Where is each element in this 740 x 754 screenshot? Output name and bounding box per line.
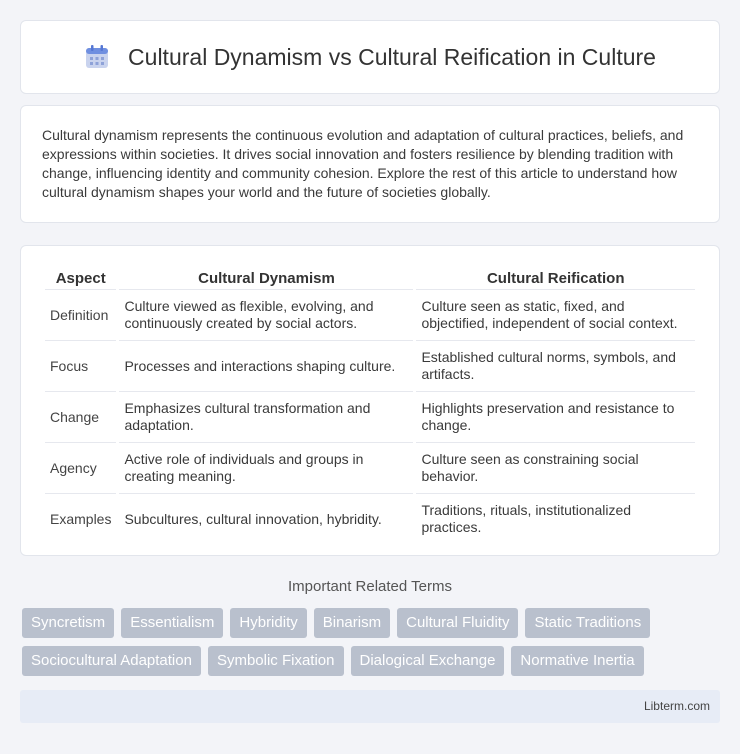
- row-dynamism: Culture viewed as flexible, evolving, an…: [119, 290, 414, 341]
- row-reification: Highlights preservation and resistance t…: [416, 392, 695, 443]
- comparison-table-card: Aspect Cultural Dynamism Cultural Reific…: [20, 245, 720, 556]
- tag-dialogical-exchange[interactable]: Dialogical Exchange: [350, 646, 505, 676]
- related-terms-heading: Important Related Terms: [288, 578, 452, 595]
- footer: Libterm.com: [20, 690, 720, 723]
- table-row: Agency Active role of individuals and gr…: [45, 443, 695, 494]
- row-dynamism: Processes and interactions shaping cultu…: [119, 341, 414, 392]
- row-aspect: Definition: [45, 290, 117, 341]
- title-card: Cultural Dynamism vs Cultural Reificatio…: [20, 20, 720, 94]
- tag-essentialism[interactable]: Essentialism: [121, 608, 224, 638]
- row-dynamism: Active role of individuals and groups in…: [119, 443, 414, 494]
- tag-normative-inertia[interactable]: Normative Inertia: [511, 646, 644, 676]
- row-aspect: Examples: [50, 510, 112, 527]
- tag-static-traditions[interactable]: Static Traditions: [525, 608, 651, 638]
- tag-sociocultural-adaptation[interactable]: Sociocultural Adaptation: [22, 646, 201, 676]
- row-reification: Traditions, rituals, institutionalized p…: [421, 502, 632, 535]
- tag-symbolic-fixation[interactable]: Symbolic Fixation: [207, 646, 344, 676]
- row-dynamism: Emphasizes cultural transformation and a…: [119, 392, 414, 443]
- row-aspect: Focus: [45, 341, 117, 392]
- comparison-table: Aspect Cultural Dynamism Cultural Reific…: [42, 266, 698, 544]
- header-cultural-dynamism: Cultural Dynamism: [119, 266, 414, 290]
- table-row: Change Emphasizes cultural transformatio…: [45, 392, 695, 443]
- tag-syncretism[interactable]: Syncretism: [22, 608, 115, 638]
- tag-binarism[interactable]: Binarism: [313, 608, 391, 638]
- row-aspect: Change: [45, 392, 117, 443]
- table-row: Examples Subcultures, cultural innovatio…: [45, 494, 695, 544]
- header-cultural-reification: Cultural Reification: [416, 266, 695, 290]
- table-row: Focus Processes and interactions shaping…: [45, 341, 695, 392]
- page-title: Cultural Dynamism vs Cultural Reificatio…: [128, 43, 656, 70]
- row-dynamism: Subcultures, cultural innovation, hybrid…: [124, 510, 382, 527]
- tag-hybridity[interactable]: Hybridity: [230, 608, 307, 638]
- intro-card: Cultural dynamism represents the continu…: [20, 105, 720, 223]
- intro-text: Cultural dynamism represents the continu…: [42, 127, 684, 200]
- row-reification: Culture seen as static, fixed, and objec…: [416, 290, 695, 341]
- row-reification: Culture seen as constraining social beha…: [416, 443, 695, 494]
- row-reification: Established cultural norms, symbols, and…: [416, 341, 695, 392]
- row-aspect: Agency: [45, 443, 117, 494]
- tag-cultural-fluidity[interactable]: Cultural Fluidity: [397, 608, 519, 638]
- footer-link[interactable]: Libterm.com: [644, 699, 710, 713]
- calendar-icon: [84, 44, 110, 70]
- header-aspect: Aspect: [45, 266, 117, 290]
- table-header-row: Aspect Cultural Dynamism Cultural Reific…: [45, 266, 695, 290]
- table-row: Definition Culture viewed as flexible, e…: [45, 290, 695, 341]
- related-terms-list: Syncretism Essentialism Hybridity Binari…: [22, 608, 722, 676]
